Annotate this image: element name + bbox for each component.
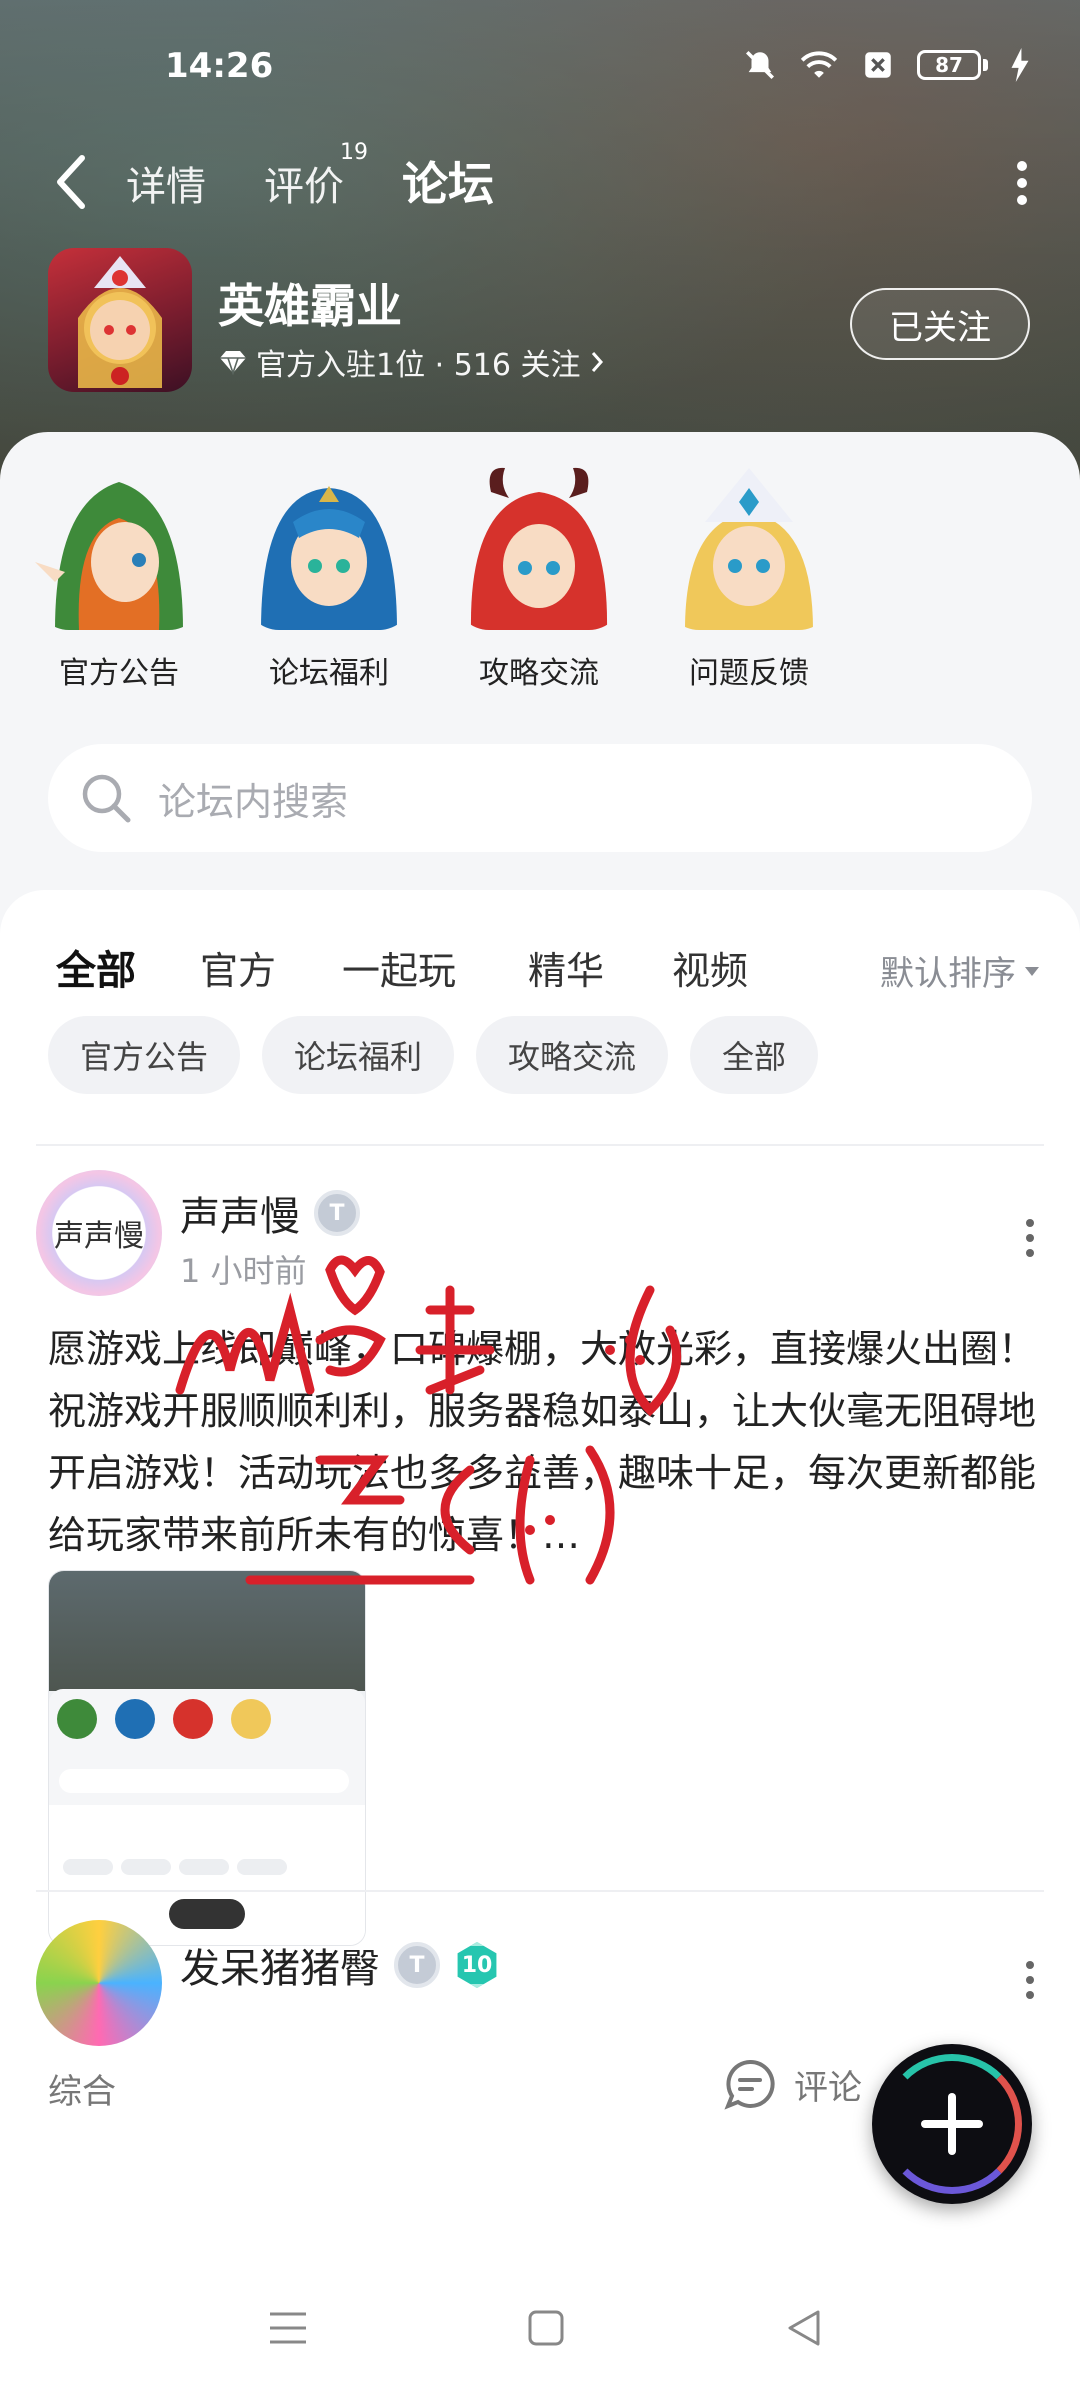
feed-tabs: 全部 官方 一起玩 精华 视频 默认排序 (0, 920, 1080, 1000)
tab-forum[interactable]: 论坛 (402, 148, 494, 214)
reviews-count-badge: 19 (340, 140, 368, 165)
thumbnail-header (49, 1571, 365, 1691)
game-app-icon[interactable] (48, 248, 192, 392)
search-icon (82, 774, 131, 823)
category-row: 官方公告 论坛福利 攻略交流 问题反馈 (0, 462, 1080, 722)
no-sim-icon (865, 52, 891, 78)
category-avatar-elf-green (35, 462, 203, 630)
category-strategy-exchange[interactable]: 攻略交流 (444, 462, 634, 692)
sort-label: 默认排序 (880, 954, 1016, 994)
feed-tab-video[interactable]: 视频 (672, 940, 748, 995)
status-icons: 87 (743, 48, 1030, 82)
post-category-tag[interactable]: 综合 (48, 2064, 116, 2113)
feed-tab-all[interactable]: 全部 (56, 938, 136, 996)
category-avatar-priestess (665, 462, 833, 630)
battery-level: 87 (917, 50, 981, 80)
category-avatar-demon-red (455, 462, 623, 630)
forum-search-bar[interactable]: 论坛内搜索 (48, 744, 1032, 852)
comment-icon (724, 2059, 775, 2110)
plus-icon (921, 2093, 983, 2155)
user-avatar[interactable]: 声声慢 (36, 1170, 162, 1296)
category-avatar-elf-blue (245, 462, 413, 630)
top-nav: 详情 评价 19 论坛 (0, 140, 1080, 220)
divider (36, 1144, 1044, 1146)
feed-tab-play-together[interactable]: 一起玩 (342, 940, 456, 995)
category-label: 攻略交流 (479, 656, 599, 691)
feed-tab-official[interactable]: 官方 (200, 940, 276, 995)
category-forum-benefits[interactable]: 论坛福利 (234, 462, 424, 692)
create-post-fab[interactable] (872, 2044, 1032, 2204)
menu-lines-icon[interactable] (268, 2308, 308, 2348)
category-issue-feedback[interactable]: 问题反馈 (654, 462, 844, 692)
post-username: 发呆猪猪臀 (180, 1946, 380, 1992)
more-options-icon[interactable] (1014, 160, 1030, 206)
search-placeholder: 论坛内搜索 (158, 779, 349, 824)
category-official-announcements[interactable]: 官方公告 (24, 462, 214, 692)
game-meta[interactable]: 官方入驻1位 · 516 关注 (218, 340, 605, 384)
chip-official-announcements[interactable]: 官方公告 (48, 1016, 241, 1094)
thumbnail-sheet (49, 1689, 365, 1945)
game-meta-text: 官方入驻1位 · 516 关注 (256, 348, 581, 383)
status-bar: 14:26 87 (0, 0, 1080, 130)
user-avatar[interactable] (36, 1920, 162, 2046)
chevron-right-icon (591, 352, 603, 372)
battery-indicator: 87 (917, 50, 988, 80)
chip-forum-benefits[interactable]: 论坛福利 (262, 1016, 455, 1094)
thumbnail-screenshot-art (49, 1699, 365, 1945)
mute-bell-icon (745, 50, 775, 80)
follow-button[interactable]: 已关注 (850, 288, 1030, 360)
divider (36, 1890, 1044, 1892)
post-username: 声声慢 (180, 1194, 300, 1240)
avatar-text: 声声慢 (54, 1219, 144, 1254)
post-more-icon[interactable] (1024, 1960, 1036, 2000)
level-number-badge: 10 (457, 1942, 497, 1988)
wifi-icon (800, 51, 838, 78)
back-arrow-icon[interactable] (52, 152, 92, 212)
category-label: 官方公告 (59, 656, 179, 691)
post-card[interactable]: 发呆猪猪臀 T 10 (0, 1920, 1080, 2046)
charging-icon (1011, 48, 1029, 82)
post-more-icon[interactable] (1024, 1218, 1036, 1258)
chip-all[interactable]: 全部 (690, 1016, 819, 1094)
feed-tab-featured[interactable]: 精华 (528, 940, 604, 995)
status-time: 14:26 (165, 46, 274, 86)
comment-button[interactable]: 评论 (722, 2056, 862, 2112)
category-label: 论坛福利 (269, 656, 389, 691)
diamond-icon (220, 351, 246, 375)
system-navigation-bar (0, 2264, 1080, 2400)
filter-chips: 官方公告 论坛福利 攻略交流 全部 (48, 1016, 819, 1094)
tab-details[interactable]: 详情 (126, 154, 206, 212)
battery-tip (983, 59, 988, 71)
user-level-badge-icon: T (314, 1190, 360, 1236)
post-user[interactable]: 声声慢 T (180, 1184, 360, 1242)
caret-down-icon (1025, 966, 1039, 976)
home-square-icon[interactable] (526, 2308, 566, 2348)
sort-dropdown[interactable]: 默认排序 (880, 946, 1040, 995)
game-header: 英雄霸业 官方入驻1位 · 516 关注 已关注 (0, 248, 1080, 398)
comment-label: 评论 (794, 2067, 862, 2108)
user-level-badge-icon: T (394, 1942, 440, 1988)
game-title: 英雄霸业 (218, 279, 402, 333)
post-user[interactable]: 发呆猪猪臀 T 10 (180, 1936, 500, 1994)
post-body: 愿游戏上线即巅峰，口碑爆棚，大放光彩，直接爆火出圈！祝游戏开服顺顺利利，服务器稳… (48, 1327, 1037, 1557)
back-triangle-icon[interactable] (784, 2308, 824, 2348)
tab-reviews[interactable]: 评价 (264, 154, 344, 212)
chip-strategy-exchange[interactable]: 攻略交流 (476, 1016, 669, 1094)
post-time: 1 小时前 (180, 1252, 307, 1290)
category-label: 问题反馈 (689, 656, 809, 691)
game-icon-art (78, 256, 162, 388)
